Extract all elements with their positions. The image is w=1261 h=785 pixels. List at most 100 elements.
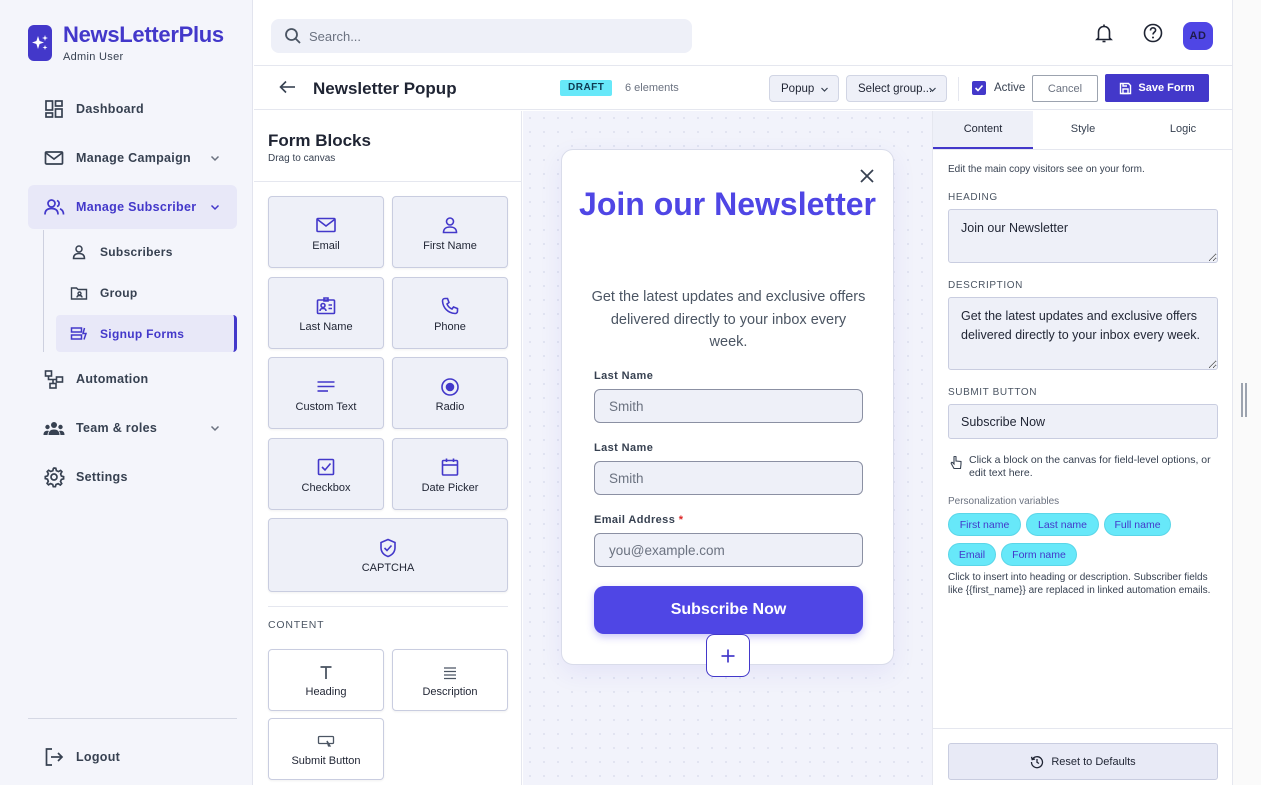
sidebar-item-manage-campaign[interactable]: Manage Campaign [28,136,237,180]
sidebar-subitem-subscribers[interactable]: Subscribers [56,233,237,270]
bell-icon[interactable] [1093,22,1115,44]
block-label: Custom Text [295,401,357,413]
block-first-name[interactable]: First Name [392,196,508,268]
variable-chip-first-name[interactable]: First name [948,513,1021,536]
email-field[interactable] [594,533,863,567]
sidebar-item-team-roles[interactable]: Team & roles [28,406,237,450]
block-submit-button[interactable]: Submit Button [268,718,384,780]
reset-defaults-button[interactable]: Reset to Defaults [948,743,1218,780]
cancel-button[interactable]: Cancel [1032,75,1098,102]
preview-heading[interactable]: Join our Newsletter [562,183,893,225]
check-icon [974,84,984,92]
calendar-icon [441,458,459,476]
block-captcha[interactable]: CAPTCHA [268,518,508,592]
element-count: 6 elements [625,82,679,94]
sidebar-item-dashboard[interactable]: Dashboard [28,87,237,131]
avatar[interactable]: AD [1183,22,1213,50]
submit-button-input[interactable] [948,404,1218,439]
envelope-icon [44,151,64,165]
variable-chip-full-name[interactable]: Full name [1104,513,1171,536]
search-input[interactable] [271,19,692,53]
resize-handle[interactable] [1241,383,1247,417]
form-canvas[interactable]: Join our Newsletter Get the latest updat… [523,111,932,785]
form-type-value: Popup [781,82,815,95]
group-value: Select group... [858,82,933,95]
tab-content[interactable]: Content [933,111,1033,149]
logout-label: Logout [76,750,121,764]
window-edge [1232,0,1261,785]
field-label-text: Last Name [594,370,654,382]
heading-field-label: HEADING [948,192,998,203]
heading-icon [320,666,332,679]
form-preview-card[interactable]: Join our Newsletter Get the latest updat… [561,149,894,677]
sidebar-divider [28,718,237,719]
hint-text: Click a block on the canvas for field-le… [969,454,1211,479]
block-label: Last Name [299,321,353,333]
id-card-icon [316,297,336,315]
properties-panel: Content Style Logic Edit the main copy v… [932,111,1233,785]
sidebar-subitem-group[interactable]: Group [56,274,237,311]
checkbox-icon [317,458,335,476]
variables-note: Click to insert into heading or descript… [948,572,1211,596]
submenu-guide-line [43,230,44,352]
sparkle-logo-icon [28,25,52,61]
back-arrow-icon[interactable] [278,78,298,96]
sidebar-item-manage-subscriber[interactable]: Manage Subscriber [28,185,237,229]
team-icon [43,422,65,435]
variable-chip-last-name[interactable]: Last name [1026,513,1099,536]
users-icon [44,199,65,215]
block-label: Email [312,240,340,252]
sidebar: NewsLetterPlus Admin User Dashboard Mana… [0,0,253,785]
chevron-down-icon [929,87,936,92]
block-label: Submit Button [291,755,361,767]
block-label: Checkbox [301,482,351,494]
help-icon[interactable] [1142,22,1164,44]
block-email[interactable]: Email [268,196,384,268]
block-label: Description [422,686,478,698]
block-label: Date Picker [421,482,479,494]
block-description[interactable]: Description [392,649,508,711]
tab-logic[interactable]: Logic [1133,111,1233,149]
subitem-label: Subscribers [100,245,173,259]
block-custom-text[interactable]: Custom Text [268,357,384,429]
block-label: CAPTCHA [361,562,415,574]
block-date-picker[interactable]: Date Picker [392,438,508,510]
add-block-button[interactable] [706,634,750,677]
block-heading[interactable]: Heading [268,649,384,711]
preview-description[interactable]: Get the latest updates and exclusive off… [590,286,867,354]
last-name-field[interactable] [594,461,863,495]
block-last-name[interactable]: Last Name [268,277,384,349]
status-badge: DRAFT [560,80,613,96]
variable-chip-email[interactable]: Email [948,543,996,566]
block-radio[interactable]: Radio [392,357,508,429]
gear-icon [44,467,65,488]
search-icon [285,28,301,44]
block-phone[interactable]: Phone [392,277,508,349]
sidebar-item-automation[interactable]: Automation [28,357,237,401]
last-name-field[interactable] [594,389,863,423]
save-form-button[interactable]: Save Form [1105,74,1209,102]
tab-style[interactable]: Style [1033,111,1133,149]
sidebar-item-settings[interactable]: Settings [28,455,237,499]
top-bar: AD [254,0,1261,66]
subscribe-button[interactable]: Subscribe Now [594,586,863,634]
envelope-icon [316,217,336,233]
active-checkbox[interactable] [972,81,986,95]
save-icon [1120,82,1132,94]
block-label: Heading [305,686,347,698]
subitem-label: Signup Forms [100,327,185,341]
description-input[interactable]: Get the latest updates and exclusive off… [948,297,1218,370]
sidebar-subitem-signup-forms[interactable]: Signup Forms [56,315,237,352]
paragraph-icon [444,667,456,680]
reset-label: Reset to Defaults [1051,755,1136,768]
required-mark: * [678,514,684,526]
dashboard-icon [45,100,63,118]
variable-chip-form-name[interactable]: Form name [1001,543,1077,566]
user-icon [442,217,458,234]
block-checkbox[interactable]: Checkbox [268,438,384,510]
heading-input[interactable]: Join our Newsletter [948,209,1218,263]
group-select[interactable]: Select group... [846,75,947,102]
divider [933,728,1233,729]
form-type-select[interactable]: Popup [769,75,839,102]
logout-button[interactable]: Logout [28,735,237,779]
